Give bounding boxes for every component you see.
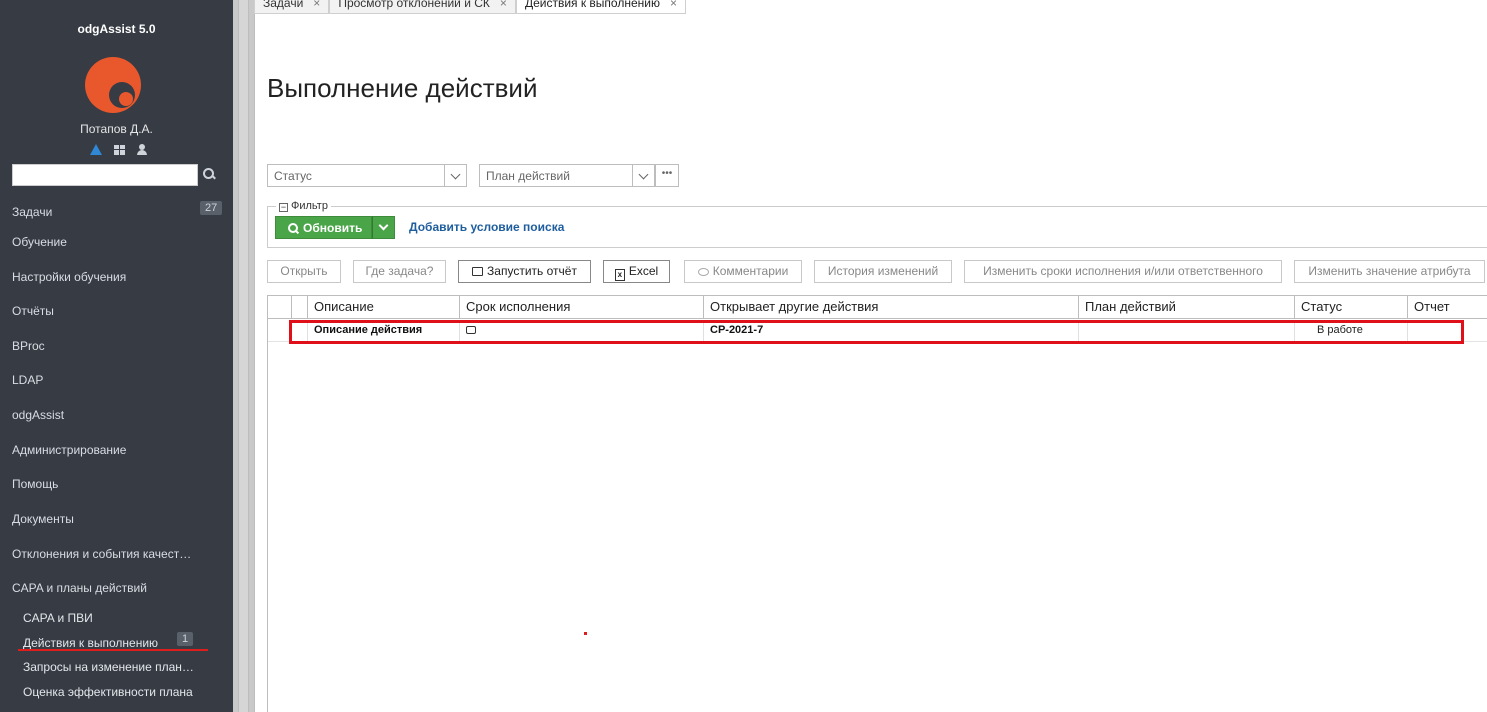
splitter-handle[interactable] — [238, 0, 249, 712]
annotation-dot — [584, 632, 587, 635]
search-icon — [288, 222, 298, 233]
sidebar-subitem-capa-pvi[interactable]: CAPA и ПВИ — [23, 611, 93, 625]
actions-table: Описание Срок исполнения Открывает други… — [267, 295, 1487, 712]
run-report-button[interactable]: Запустить отчёт — [458, 260, 591, 283]
sidebar-subitem-plan-effectiveness[interactable]: Оценка эффективности плана — [23, 685, 193, 699]
tab-label: Действия к выполнению — [524, 0, 660, 10]
sidebar-item-tasks[interactable]: Задачи — [12, 205, 52, 219]
sidebar-subitem-plan-change-requests[interactable]: Запросы на изменение план… — [23, 660, 194, 674]
collapse-icon[interactable]: − — [279, 203, 288, 212]
sidebar-item-odgassist[interactable]: odgAssist — [12, 408, 64, 422]
tab-label: Задачи — [263, 0, 304, 10]
column-header-opens-actions[interactable]: Открывает другие действия — [704, 296, 1079, 319]
sidebar-item-help[interactable]: Помощь — [12, 477, 58, 491]
sidebar-item-bproc[interactable]: BProc — [12, 339, 45, 353]
annotation-highlight-box — [289, 320, 1464, 344]
sidebar-item-ldap[interactable]: LDAP — [12, 373, 43, 387]
sidebar-subitem-actions-to-do[interactable]: Действия к выполнению — [23, 636, 158, 650]
sidebar-item-documents[interactable]: Документы — [12, 512, 74, 526]
change-attribute-button[interactable]: Изменить значение атрибута — [1294, 260, 1485, 283]
column-header-deadline[interactable]: Срок исполнения — [460, 296, 704, 319]
column-header-status[interactable]: Статус — [1295, 296, 1408, 319]
where-task-button[interactable]: Где задача? — [353, 260, 446, 283]
add-search-condition-link[interactable]: Добавить условие поиска — [409, 220, 564, 234]
refresh-button[interactable]: Обновить — [275, 216, 372, 239]
sidebar-item-capa[interactable]: CAPA и планы действий — [12, 581, 147, 595]
status-combo[interactable]: Статус — [267, 164, 467, 187]
filter-legend-label: Фильтр — [291, 200, 328, 212]
comments-label: Комментарии — [712, 264, 789, 278]
tab-label: Просмотр отклонений и СК — [338, 0, 490, 10]
sidebar: odgAssist 5.0 Потапов Д.А. Задачи 27 Обу… — [0, 0, 233, 712]
warning-icon[interactable] — [90, 144, 102, 155]
tab-deviations-view[interactable]: Просмотр отклонений и СК × — [329, 0, 516, 14]
user-icons — [90, 144, 147, 155]
excel-button[interactable]: x Excel — [603, 260, 670, 283]
close-icon[interactable]: × — [500, 0, 507, 9]
app-logo — [85, 57, 141, 113]
refresh-label: Обновить — [303, 220, 363, 235]
dashboard-icon[interactable] — [114, 144, 125, 155]
refresh-dropdown-button[interactable] — [372, 216, 395, 239]
tab-actions-to-do[interactable]: Действия к выполнению × — [515, 0, 686, 14]
column-header-report[interactable]: Отчет — [1408, 296, 1487, 319]
action-plan-combo[interactable]: План действий — [479, 164, 655, 187]
sidebar-item-training[interactable]: Обучение — [12, 235, 67, 249]
row-selector-header[interactable] — [268, 296, 292, 319]
sidebar-item-training-settings[interactable]: Настройки обучения — [12, 270, 126, 284]
sidebar-item-reports[interactable]: Отчёты — [12, 304, 54, 318]
page-title: Выполнение действий — [267, 73, 538, 103]
table-header: Описание Срок исполнения Открывает други… — [268, 296, 1487, 319]
change-history-button[interactable]: История изменений — [814, 260, 952, 283]
open-button[interactable]: Открыть — [267, 260, 341, 283]
user-icon[interactable] — [137, 144, 147, 155]
username[interactable]: Потапов Д.А. — [0, 122, 233, 136]
status-combo-placeholder: Статус — [274, 169, 312, 183]
tasks-count-badge: 27 — [200, 201, 223, 215]
actions-count-badge: 1 — [177, 632, 194, 646]
sidebar-item-deviations[interactable]: Отклонения и события качест… — [12, 547, 191, 561]
comment-icon — [697, 268, 709, 276]
excel-icon: x — [614, 269, 625, 281]
filter-legend[interactable]: − Фильтр — [276, 200, 331, 212]
column-header-description[interactable]: Описание — [308, 296, 460, 319]
tab-tasks[interactable]: Задачи × — [254, 0, 330, 14]
annotation-underline — [18, 649, 208, 651]
change-deadlines-button[interactable]: Изменить сроки исполнения и/или ответств… — [964, 260, 1282, 283]
more-options-button[interactable]: ••• — [655, 164, 679, 187]
row-marker-header — [292, 296, 308, 319]
chevron-down-icon[interactable] — [632, 165, 654, 186]
app-title: odgAssist 5.0 — [77, 22, 156, 36]
column-header-action-plan[interactable]: План действий — [1079, 296, 1295, 319]
close-icon[interactable]: × — [313, 0, 320, 9]
tab-bar: Задачи × Просмотр отклонений и СК × Дейс… — [254, 0, 686, 14]
sidebar-search-input[interactable] — [12, 164, 198, 186]
run-report-label: Запустить отчёт — [487, 264, 577, 278]
plan-combo-placeholder: План действий — [486, 169, 570, 183]
excel-label: Excel — [628, 264, 659, 278]
sidebar-item-administration[interactable]: Администрирование — [12, 443, 126, 457]
search-icon[interactable] — [203, 168, 215, 180]
chevron-down-icon[interactable] — [444, 165, 466, 186]
comments-button[interactable]: Комментарии — [684, 260, 802, 283]
printer-icon — [472, 267, 484, 276]
close-icon[interactable]: × — [670, 0, 677, 9]
